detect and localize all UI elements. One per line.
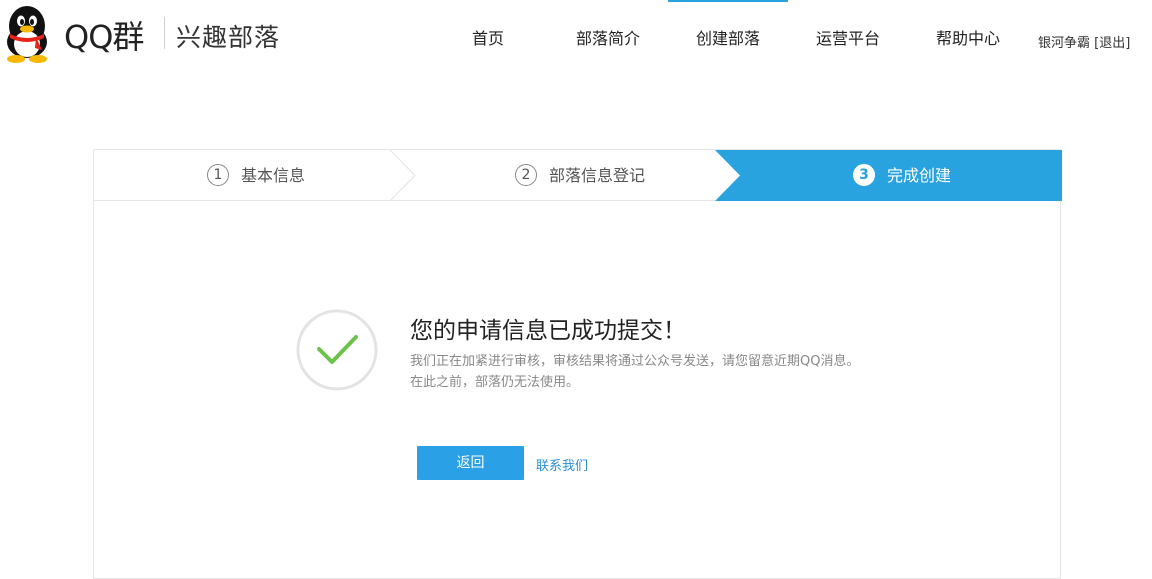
success-check-icon [296, 309, 378, 391]
nav-active-indicator [668, 0, 788, 2]
user-area: 银河争霸 [退出] [1038, 32, 1130, 51]
brand-name[interactable]: QQ群 [64, 12, 144, 58]
nav-item-help[interactable]: 帮助中心 [908, 0, 1028, 80]
create-tribe-panel: 1 基本信息 2 部落信息登记 3 完成创建 您的申请信息已成功提交！ 我们正在加紧进… [93, 149, 1062, 579]
nav-indicator [548, 0, 668, 2]
top-header: QQ群 兴趣部落 首页 部落简介 创建部落 运营平台 帮助中心 银河争霸 [退出… [0, 0, 1152, 80]
result-line-1: 我们正在加紧进行审核，审核结果将通过公众号发送，请您留意近期QQ消息。 [410, 354, 860, 369]
nav-item-label: 首页 [471, 29, 504, 48]
nav-item-create[interactable]: 创建部落 [668, 0, 788, 80]
brand-subtitle[interactable]: 兴趣部落 [176, 18, 280, 54]
progress-steps: 1 基本信息 2 部落信息登记 3 完成创建 [94, 150, 1062, 201]
step-tribe-registration: 2 部落信息登记 [515, 150, 645, 201]
user-name[interactable]: 银河争霸 [1038, 36, 1090, 51]
step-label: 基本信息 [241, 166, 306, 185]
step-number: 2 [515, 163, 537, 186]
nav-item-about[interactable]: 部落简介 [548, 0, 668, 80]
nav-item-home[interactable]: 首页 [428, 0, 548, 80]
brand-divider [164, 17, 165, 49]
nav-item-label: 运营平台 [815, 29, 880, 48]
step-complete: 3 完成创建 [853, 150, 951, 201]
step-label: 完成创建 [887, 166, 952, 185]
step-basic-info: 1 基本信息 [207, 150, 305, 201]
nav-indicator [788, 0, 908, 2]
result-description: 我们正在加紧进行审核，审核结果将通过公众号发送，请您留意近期QQ消息。 在此之前… [410, 351, 880, 393]
nav-item-label: 部落简介 [575, 29, 640, 48]
step-number: 3 [853, 163, 875, 186]
nav-item-operations[interactable]: 运营平台 [788, 0, 908, 80]
result-line-2: 在此之前，部落仍无法使用。 [410, 375, 580, 390]
contact-us-link[interactable]: 联系我们 [536, 455, 588, 474]
back-button[interactable]: 返回 [417, 446, 524, 480]
nav-indicator [908, 0, 1028, 2]
step-number: 1 [207, 163, 229, 186]
result-title: 您的申请信息已成功提交！ [410, 318, 686, 344]
qq-penguin-logo[interactable] [2, 4, 52, 64]
nav-item-label: 创建部落 [695, 29, 760, 48]
step-label: 部落信息登记 [549, 166, 646, 185]
nav-item-label: 帮助中心 [935, 29, 1000, 48]
nav-indicator [428, 0, 548, 2]
logout-link[interactable]: [退出] [1094, 36, 1130, 51]
